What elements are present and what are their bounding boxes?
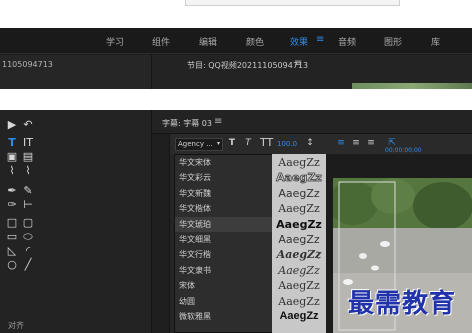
blank-band [0, 89, 472, 110]
font-name-label: 华文新魏 [179, 188, 211, 198]
font-name-label: 华文琥珀 [179, 219, 211, 229]
align-left-icon[interactable]: ≡ [335, 137, 347, 149]
hamburger-icon[interactable]: ≡ [316, 34, 324, 45]
timecode-display[interactable]: 00;00;00;00 [385, 147, 422, 154]
watermark-logo: 最需教育 [348, 289, 457, 319]
wedge-tool-icon[interactable]: ◺ [6, 245, 18, 257]
program-panel-title[interactable]: 节目: QQ视频20211105094713 [187, 60, 308, 71]
align-center-icon[interactable]: ≡ [350, 137, 362, 149]
workspace-tab-learn[interactable]: 学习 [106, 35, 124, 48]
kerning-icon[interactable]: ↕ [304, 137, 316, 149]
top-popup-edge [185, 0, 400, 6]
add-anchor-tool-icon[interactable]: ✑ [6, 199, 18, 211]
workspace-tab-libraries[interactable]: 库 [431, 35, 440, 48]
delete-anchor-tool-icon[interactable]: ✎ [22, 185, 34, 197]
font-list-item[interactable]: 华文琥珀 [175, 216, 272, 232]
align-right-icon[interactable]: ≡ [365, 137, 377, 149]
font-list-item[interactable]: 微软雅黑 [175, 309, 272, 324]
convert-anchor-tool-icon[interactable]: ⊢ [22, 199, 34, 211]
vertical-type-tool-icon[interactable]: IT [22, 137, 34, 149]
hamburger-icon[interactable]: ≡ [294, 58, 302, 69]
font-preview-sample: AaegZz [276, 217, 322, 231]
bold-button[interactable]: T [226, 137, 238, 149]
source-panel-header: 1105094713 [0, 55, 152, 89]
font-list-item[interactable]: 华文楷体 [175, 201, 272, 216]
path-type-tool-icon[interactable]: ⌇ [6, 165, 18, 177]
workspace-tab-graphics[interactable]: 图形 [384, 35, 402, 48]
italic-button[interactable]: T [242, 137, 254, 149]
area-type-tool-icon[interactable]: ▣ [6, 151, 18, 163]
pen-tool-icon[interactable]: ✒ [6, 185, 18, 197]
title-panel-title[interactable]: 字幕: 字幕 03 [162, 118, 212, 129]
type-tool-icon[interactable]: T [6, 137, 18, 149]
chevron-down-icon: ▾ [216, 140, 220, 147]
title-side-column [152, 134, 170, 333]
clipped-corner-tool-icon[interactable]: ▭ [6, 231, 18, 243]
font-list-item[interactable]: 华文细黑 [175, 232, 272, 247]
font-family-value: Agency ... [178, 140, 213, 148]
vertical-area-type-tool-icon[interactable]: ▤ [22, 151, 34, 163]
font-name-label: 华文彩云 [179, 173, 211, 183]
hamburger-icon[interactable]: ≡ [214, 116, 222, 127]
workspace-tab-audio[interactable]: 音频 [338, 35, 356, 48]
font-preview-sample: AaegZz [278, 294, 320, 308]
workspace-tab-editing[interactable]: 编辑 [199, 35, 217, 48]
font-preview-sample: AaegZz [278, 156, 320, 169]
workspace-tab-color[interactable]: 颜色 [246, 35, 264, 48]
font-family-select[interactable]: Agency ... ▾ [175, 138, 223, 151]
font-preview-sample: AaegZz [279, 310, 319, 322]
font-preview-sample: AaegZz [278, 233, 320, 246]
workspace-tab-assembly[interactable]: 组件 [152, 35, 170, 48]
font-preview-sample: AaegZz [278, 202, 320, 216]
font-name-label: 华文宋体 [179, 158, 211, 167]
vertical-path-type-tool-icon[interactable]: ⌇ [22, 165, 34, 177]
rectangle-tool-icon[interactable]: □ [6, 217, 18, 229]
font-preview-sample: AaegZz [278, 186, 320, 200]
rotate-tool-icon[interactable]: ↶ [22, 119, 34, 131]
font-preview-sample: AaegZz [276, 171, 322, 185]
workspace-bar: 学习 组件 编辑 颜色 效果 ≡ 音频 图形 库 [0, 28, 472, 54]
rounded-rectangle-tool-icon[interactable]: ▢ [22, 217, 34, 229]
ellipse-tool-icon[interactable]: ○ [6, 259, 18, 271]
source-panel-title: 1105094713 [2, 60, 53, 69]
workspace-tab-effects[interactable]: 效果 [290, 35, 308, 48]
font-list-item[interactable]: 华文新魏 [175, 186, 272, 201]
font-list-item[interactable]: 华文彩云 [175, 170, 272, 185]
font-name-label: 华文隶书 [179, 265, 211, 275]
selection-tool-icon[interactable]: ▶ [6, 119, 18, 131]
font-list-item[interactable]: 华文行楷 [175, 247, 272, 262]
font-name-label: 幼圆 [179, 296, 195, 306]
align-section-label: 对齐 [8, 321, 24, 330]
font-name-label: 华文行楷 [179, 250, 211, 260]
line-tool-icon[interactable]: ╱ [22, 259, 34, 271]
arc-tool-icon[interactable]: ◜ [22, 245, 34, 257]
font-name-label: 华文楷体 [179, 204, 211, 214]
font-size-value[interactable]: 100.0 [277, 140, 297, 148]
font-name-label: 宋体 [179, 281, 195, 291]
font-list-item[interactable]: 宋体 [175, 278, 272, 293]
title-panel-header: 字幕: 字幕 03 ≡ [152, 110, 472, 134]
font-list-item[interactable]: 华文隶书 [175, 263, 272, 278]
font-list-item[interactable]: 幼圆 [175, 294, 272, 309]
font-preview-sample: AaegZz [278, 279, 320, 293]
tools-panel: ▶ ↶ T IT ▣ ▤ ⌇ ⌇ ✒ ✎ ✑ ⊢ □ ▢ ▭ ⬭ ◺ ◜ ○ ╱ [0, 110, 152, 333]
font-name-label: 微软雅黑 [179, 312, 211, 321]
rounded-corner-tool-icon[interactable]: ⬭ [22, 231, 34, 243]
font-preview-sample: AaegZz [276, 248, 322, 262]
font-name-label: 华文细黑 [179, 235, 211, 244]
font-list-item[interactable]: 华文宋体 [175, 155, 272, 170]
font-preview-sample: AaegZz [278, 263, 320, 277]
font-size-icon: TT [260, 136, 274, 149]
